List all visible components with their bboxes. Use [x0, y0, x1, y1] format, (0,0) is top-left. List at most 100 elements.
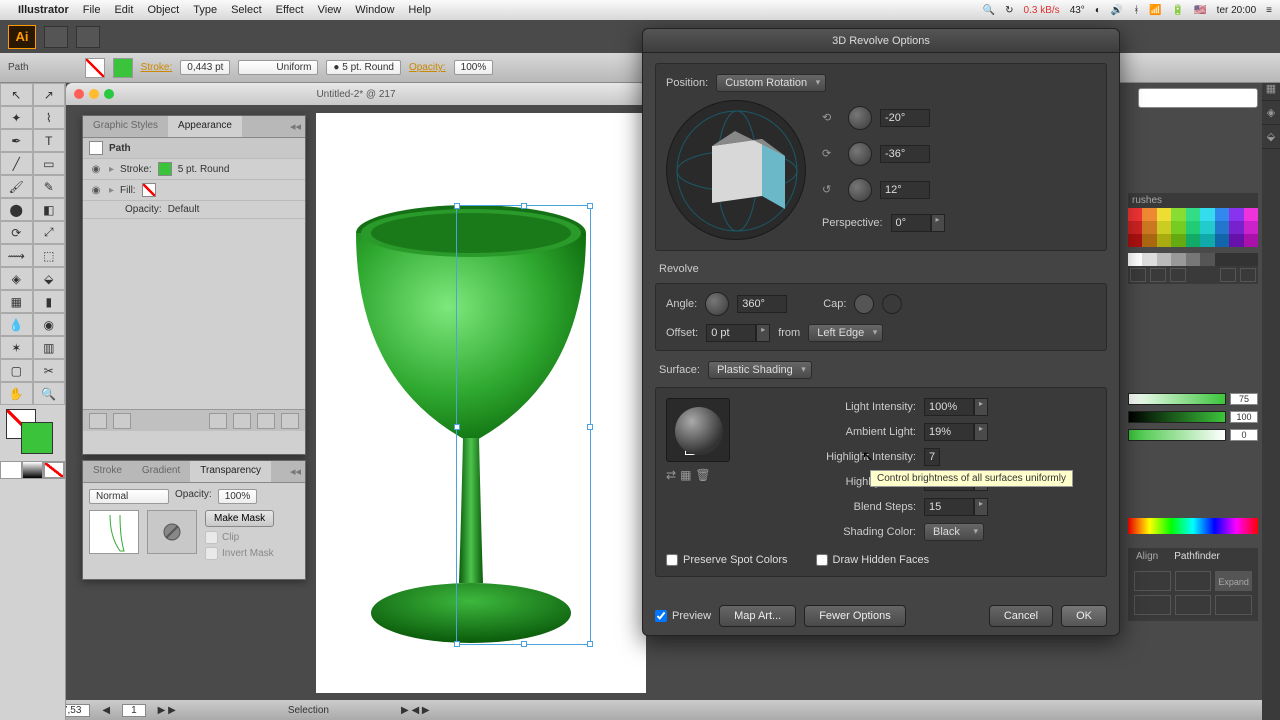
color-sliders[interactable]: 75 100 0: [1128, 393, 1258, 447]
expand-icon[interactable]: ▸: [109, 164, 114, 175]
document-titlebar[interactable]: Untitled-2* @ 217: [66, 83, 646, 105]
wifi-icon[interactable]: 📶: [1149, 5, 1161, 16]
color-mode-btn[interactable]: [0, 461, 22, 479]
pathfinder-btn[interactable]: [1175, 595, 1212, 615]
appearance-panel[interactable]: ◂◂ Graphic Styles Appearance Path ◉ ▸ St…: [82, 115, 306, 455]
type-tool[interactable]: T: [33, 129, 66, 152]
tab-gradient[interactable]: Gradient: [132, 461, 190, 482]
offset-from-dropdown[interactable]: Left Edge: [808, 324, 883, 342]
free-transform-tool[interactable]: ⬚: [33, 244, 66, 267]
stroke-value[interactable]: 5 pt. Round: [178, 164, 230, 175]
eraser-tool[interactable]: ◧: [33, 198, 66, 221]
sync-icon[interactable]: ↻: [1005, 5, 1013, 16]
ok-button[interactable]: OK: [1061, 605, 1107, 627]
tab-graphic-styles[interactable]: Graphic Styles: [83, 116, 168, 137]
zoom-traffic-icon[interactable]: [104, 89, 114, 99]
opacity-label[interactable]: Opacity:: [409, 62, 446, 73]
stroke-label[interactable]: Stroke:: [141, 62, 173, 73]
menu-app[interactable]: Illustrator: [18, 4, 69, 16]
stroke-row-label[interactable]: Stroke:: [120, 164, 152, 175]
none-mode-btn[interactable]: [43, 461, 65, 479]
close-traffic-icon[interactable]: [74, 89, 84, 99]
tab-transparency[interactable]: Transparency: [190, 461, 271, 482]
panel-close-icon[interactable]: ◂◂: [290, 465, 301, 478]
fill-row-label[interactable]: Fill:: [120, 185, 136, 196]
panel-btn[interactable]: [1170, 268, 1186, 282]
stepper-icon[interactable]: ▸: [931, 214, 945, 232]
paintbrush-tool[interactable]: 🖌: [0, 175, 33, 198]
opacity-field[interactable]: 100%: [454, 60, 494, 75]
symbol-sprayer-tool[interactable]: ✶: [0, 336, 33, 359]
rotate-x-field[interactable]: [880, 109, 930, 127]
light-intensity-field[interactable]: [924, 398, 974, 416]
perspective-tool[interactable]: ⬙: [33, 267, 66, 290]
add-effect-btn[interactable]: [209, 413, 227, 429]
highlight-intensity-field[interactable]: [924, 448, 940, 466]
tab-align[interactable]: Align: [1128, 548, 1166, 565]
pathfinder-btn[interactable]: [1134, 595, 1171, 615]
pathfinder-btn[interactable]: [1175, 571, 1212, 591]
shape-builder-tool[interactable]: ◈: [0, 267, 33, 290]
opacity-row-value[interactable]: Default: [168, 204, 200, 215]
menu-view[interactable]: View: [318, 4, 342, 16]
opacity-row-label[interactable]: Opacity:: [125, 204, 162, 215]
volume-icon[interactable]: 🔊: [1111, 5, 1123, 16]
tab-pathfinder[interactable]: Pathfinder: [1166, 548, 1228, 565]
pathfinder-btn[interactable]: [1134, 571, 1171, 591]
move-light-back-icon[interactable]: ⇄: [666, 468, 676, 482]
stroke-swatch[interactable]: [113, 58, 133, 78]
panel-close-icon[interactable]: ◂◂: [290, 120, 301, 133]
rectangle-tool[interactable]: ▭: [33, 152, 66, 175]
bridge-button[interactable]: [44, 26, 68, 48]
panel-btn[interactable]: [1130, 268, 1146, 282]
rotation-cube-preview[interactable]: [666, 100, 806, 240]
width-tool[interactable]: ⟿: [0, 244, 33, 267]
slice-tool[interactable]: ✂: [33, 359, 66, 382]
rotate-y-field[interactable]: [880, 145, 930, 163]
menu-window[interactable]: Window: [355, 4, 394, 16]
transparency-thumb[interactable]: [89, 510, 139, 554]
duplicate-btn[interactable]: [257, 413, 275, 429]
menu-effect[interactable]: Effect: [276, 4, 304, 16]
wine-glass-artwork[interactable]: [331, 183, 611, 653]
battery-icon[interactable]: 🔋: [1172, 5, 1184, 16]
stroke-color-swatch[interactable]: [158, 162, 172, 176]
cap-off-button[interactable]: [882, 294, 902, 314]
rotate-z-dial[interactable]: [848, 178, 872, 202]
brush-dropdown[interactable]: ● 5 pt. Round: [326, 60, 401, 75]
new-swatch-btn[interactable]: [1220, 268, 1236, 282]
clear-btn[interactable]: [233, 413, 251, 429]
blob-brush-tool[interactable]: ⬤: [0, 198, 33, 221]
pathfinder-btn[interactable]: [1215, 595, 1252, 615]
fill-swatch[interactable]: [85, 58, 105, 78]
angle-dial[interactable]: [705, 292, 729, 316]
selection-bbox[interactable]: [456, 205, 591, 645]
artboard-tool[interactable]: ▢: [0, 359, 33, 382]
expand-icon[interactable]: ▸: [109, 185, 114, 196]
stepper-icon[interactable]: ▸: [756, 324, 770, 342]
spectrum-bar[interactable]: [1128, 518, 1258, 534]
panel-btn[interactable]: [89, 413, 107, 429]
expand-button[interactable]: Expand: [1215, 571, 1252, 591]
tab-stroke[interactable]: Stroke: [83, 461, 132, 482]
perspective-field[interactable]: [891, 214, 931, 232]
make-mask-button[interactable]: Make Mask: [205, 510, 274, 527]
visibility-toggle-icon[interactable]: ◉: [89, 164, 103, 175]
arrange-button[interactable]: [76, 26, 100, 48]
fewer-options-button[interactable]: Fewer Options: [804, 605, 906, 627]
draw-hidden-checkbox[interactable]: Draw Hidden Faces: [816, 554, 930, 566]
3d-revolve-dialog[interactable]: 3D Revolve Options Position: Custom Rota…: [642, 28, 1120, 636]
menu-file[interactable]: File: [83, 4, 101, 16]
graph-tool[interactable]: ▥: [33, 336, 66, 359]
trash-icon[interactable]: [281, 413, 299, 429]
rotate-tool[interactable]: ⟳: [0, 221, 33, 244]
fill-stroke-control[interactable]: [0, 405, 65, 461]
stroke-profile-dropdown[interactable]: Uniform: [238, 60, 318, 75]
spotlight-icon[interactable]: ≡: [1266, 5, 1272, 16]
trans-opacity-field[interactable]: 100%: [218, 489, 258, 504]
angle-field[interactable]: [737, 295, 787, 313]
map-art-button[interactable]: Map Art...: [719, 605, 796, 627]
zoom-tool[interactable]: 🔍: [33, 382, 66, 405]
cancel-button[interactable]: Cancel: [989, 605, 1053, 627]
trash-icon[interactable]: [1240, 268, 1256, 282]
